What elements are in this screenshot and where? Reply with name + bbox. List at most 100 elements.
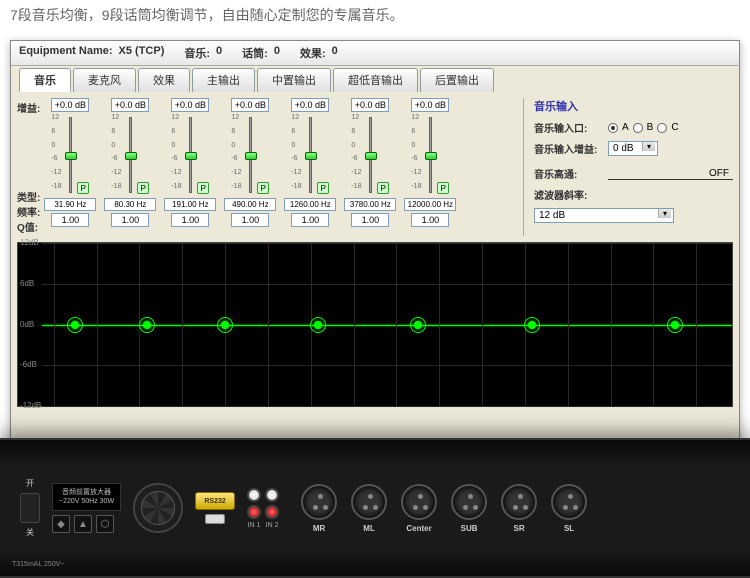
xlr-label-sl: SL bbox=[564, 524, 574, 533]
rca-in1-red[interactable] bbox=[247, 505, 261, 519]
eq-band-3: +0.0 dB1260-6-12-18P191.00 Hz1.00 bbox=[164, 98, 216, 236]
eq-type-button-6[interactable]: P bbox=[377, 182, 389, 194]
eq-slider-1[interactable] bbox=[65, 152, 77, 160]
rca-in1-label: IN 1 bbox=[248, 522, 261, 529]
radio-port-c[interactable] bbox=[657, 123, 667, 133]
cert-icon-3: ⬡ bbox=[96, 515, 114, 533]
graph-node-7[interactable] bbox=[671, 321, 679, 329]
tab-effect[interactable]: 效果 bbox=[138, 68, 190, 92]
highpass-label: 音乐高通: bbox=[534, 166, 604, 181]
graph-node-6[interactable] bbox=[528, 321, 536, 329]
rca-in2-red[interactable] bbox=[265, 505, 279, 519]
amp-label-line1: 音频前置放大器 bbox=[59, 488, 114, 497]
effect-level-value: 0 bbox=[332, 45, 338, 61]
eq-application-window: Equipment Name: X5 (TCP) 音乐: 0 话筒: 0 效果:… bbox=[10, 40, 740, 450]
eq-type-button-1[interactable]: P bbox=[77, 182, 89, 194]
eq-q-input-2[interactable]: 1.00 bbox=[111, 213, 149, 227]
input-gain-select[interactable]: 0 dB bbox=[608, 141, 658, 156]
eq-band-6: +0.0 dB1260-6-12-18P3780.00 Hz1.00 bbox=[344, 98, 396, 236]
eq-gain-input-1[interactable]: +0.0 dB bbox=[51, 98, 89, 112]
tab-center-out[interactable]: 中置输出 bbox=[257, 68, 331, 92]
usb-port[interactable] bbox=[205, 514, 225, 524]
cert-icon-2: ▲ bbox=[74, 515, 92, 533]
graph-node-3[interactable] bbox=[221, 321, 229, 329]
power-off-label: 关 bbox=[26, 527, 34, 538]
tab-sub-out[interactable]: 超低音输出 bbox=[333, 68, 418, 92]
input-port-label: 音乐输入口: bbox=[534, 120, 604, 135]
row-label-gain: 增益: bbox=[17, 100, 40, 115]
highpass-value[interactable]: OFF bbox=[608, 168, 733, 180]
radio-port-b-label: B bbox=[647, 122, 654, 133]
eq-q-input-4[interactable]: 1.00 bbox=[231, 213, 269, 227]
eq-band-2: +0.0 dB1260-6-12-18P80.30 Hz1.00 bbox=[104, 98, 156, 236]
power-on-label: 开 bbox=[26, 478, 34, 489]
eq-freq-input-6[interactable]: 3780.00 Hz bbox=[344, 198, 396, 211]
eq-q-input-5[interactable]: 1.00 bbox=[291, 213, 329, 227]
xlr-label-sub: SUB bbox=[461, 524, 478, 533]
graph-node-4[interactable] bbox=[314, 321, 322, 329]
eq-response-graph[interactable]: 12dB6dB0dB-6dB-12dB bbox=[17, 242, 733, 407]
eq-panel: 增益: 类型: 频率: Q值: +0.0 dB1260-6-12-18P31.9… bbox=[11, 92, 739, 242]
eq-gain-input-6[interactable]: +0.0 dB bbox=[351, 98, 389, 112]
eq-gain-input-7[interactable]: +0.0 dB bbox=[411, 98, 449, 112]
xlr-jack-sl[interactable] bbox=[551, 484, 587, 520]
row-label-freq: 频率: bbox=[17, 204, 40, 219]
music-level-value: 0 bbox=[216, 45, 222, 61]
eq-slider-6[interactable] bbox=[365, 152, 377, 160]
tab-rear-out[interactable]: 后置输出 bbox=[420, 68, 494, 92]
eq-q-input-6[interactable]: 1.00 bbox=[351, 213, 389, 227]
graph-node-2[interactable] bbox=[143, 321, 151, 329]
eq-freq-input-7[interactable]: 12000.00 Hz bbox=[404, 198, 456, 211]
eq-q-input-3[interactable]: 1.00 bbox=[171, 213, 209, 227]
eq-type-button-7[interactable]: P bbox=[437, 182, 449, 194]
eq-slider-4[interactable] bbox=[245, 152, 257, 160]
radio-port-b[interactable] bbox=[633, 123, 643, 133]
eq-freq-input-2[interactable]: 80.30 Hz bbox=[104, 198, 156, 211]
tab-microphone[interactable]: 麦克风 bbox=[73, 68, 136, 92]
row-label-q: Q值: bbox=[17, 219, 40, 234]
graph-y-label: 12dB bbox=[20, 238, 39, 247]
eq-bands: +0.0 dB1260-6-12-18P31.90 Hz1.00+0.0 dB1… bbox=[44, 98, 523, 236]
eq-slider-2[interactable] bbox=[125, 152, 137, 160]
eq-type-button-5[interactable]: P bbox=[317, 182, 329, 194]
radio-port-a[interactable] bbox=[608, 123, 618, 133]
xlr-jack-sub[interactable] bbox=[451, 484, 487, 520]
xlr-label-ml: ML bbox=[363, 524, 375, 533]
xlr-label-center: Center bbox=[406, 524, 431, 533]
eq-gain-input-5[interactable]: +0.0 dB bbox=[291, 98, 329, 112]
cert-icon-1: ◆ bbox=[52, 515, 70, 533]
eq-type-button-2[interactable]: P bbox=[137, 182, 149, 194]
xlr-jack-mr[interactable] bbox=[301, 484, 337, 520]
eq-gain-input-2[interactable]: +0.0 dB bbox=[111, 98, 149, 112]
xlr-jack-ml[interactable] bbox=[351, 484, 387, 520]
eq-gain-input-3[interactable]: +0.0 dB bbox=[171, 98, 209, 112]
graph-node-1[interactable] bbox=[71, 321, 79, 329]
tab-main-out[interactable]: 主输出 bbox=[192, 68, 255, 92]
xlr-jack-sr[interactable] bbox=[501, 484, 537, 520]
eq-slider-7[interactable] bbox=[425, 152, 437, 160]
graph-y-label: 0dB bbox=[20, 320, 34, 329]
eq-type-button-4[interactable]: P bbox=[257, 182, 269, 194]
eq-q-input-7[interactable]: 1.00 bbox=[411, 213, 449, 227]
rs232-port[interactable]: RS232 bbox=[195, 492, 235, 510]
eq-slider-5[interactable] bbox=[305, 152, 317, 160]
eq-band-5: +0.0 dB1260-6-12-18P1260.00 Hz1.00 bbox=[284, 98, 336, 236]
eq-freq-input-1[interactable]: 31.90 Hz bbox=[44, 198, 96, 211]
eq-q-input-1[interactable]: 1.00 bbox=[51, 213, 89, 227]
xlr-jack-center[interactable] bbox=[401, 484, 437, 520]
eq-freq-input-3[interactable]: 191.00 Hz bbox=[164, 198, 216, 211]
rca-in1-white[interactable] bbox=[247, 488, 261, 502]
eq-freq-input-5[interactable]: 1260.00 Hz bbox=[284, 198, 336, 211]
filter-slope-select[interactable]: 12 dB bbox=[534, 208, 674, 223]
rca-in2-white[interactable] bbox=[265, 488, 279, 502]
graph-node-5[interactable] bbox=[414, 321, 422, 329]
eq-band-4: +0.0 dB1260-6-12-18P490.00 Hz1.00 bbox=[224, 98, 276, 236]
power-switch[interactable] bbox=[20, 493, 40, 523]
tab-music[interactable]: 音乐 bbox=[19, 68, 71, 92]
eq-freq-input-4[interactable]: 490.00 Hz bbox=[224, 198, 276, 211]
eq-gain-input-4[interactable]: +0.0 dB bbox=[231, 98, 269, 112]
fuse-spec: T315mAL 250V~ bbox=[12, 561, 64, 568]
eq-slider-3[interactable] bbox=[185, 152, 197, 160]
eq-band-7: +0.0 dB1260-6-12-18P12000.00 Hz1.00 bbox=[404, 98, 456, 236]
eq-type-button-3[interactable]: P bbox=[197, 182, 209, 194]
